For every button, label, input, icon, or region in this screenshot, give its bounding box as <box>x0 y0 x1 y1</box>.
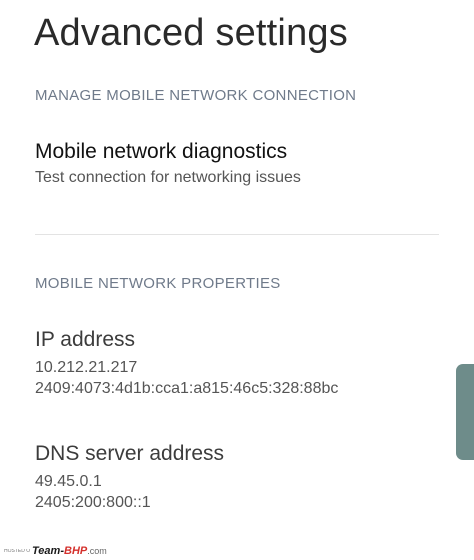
section-divider <box>35 234 439 235</box>
mobile-network-diagnostics-item[interactable]: Mobile network diagnostics Test connecti… <box>35 139 439 188</box>
edge-panel-handle[interactable] <box>456 364 474 460</box>
ipv4-value: 10.212.21.217 <box>35 359 138 376</box>
diagnostics-title: Mobile network diagnostics <box>35 140 288 163</box>
watermark-logo-bhp: BHP <box>64 545 88 557</box>
ip-address-title: IP address <box>35 328 136 351</box>
dns-server-address-item[interactable]: DNS server address 49.45.0.1 2405:200:80… <box>35 441 439 513</box>
diagnostics-subtitle: Test connection for networking issues <box>35 169 301 186</box>
section-header-manage-connection: MANAGE MOBILE NETWORK CONNECTION <box>35 87 357 104</box>
dns-server-title: DNS server address <box>35 442 225 465</box>
page-title: Advanced settings <box>34 12 348 54</box>
watermark: HOSTED ON : Team-BHP.com <box>2 544 109 558</box>
dns-secondary-value: 2405:200:800::1 <box>35 494 151 511</box>
watermark-logo: Team-BHP.com <box>32 545 107 557</box>
ip-address-item[interactable]: IP address 10.212.21.217 2409:4073:4d1b:… <box>35 327 439 399</box>
dns-primary-value: 49.45.0.1 <box>35 473 102 490</box>
watermark-hosted-text: HOSTED ON : <box>4 548 30 554</box>
watermark-logo-domain: .com <box>87 546 107 556</box>
ipv6-value: 2409:4073:4d1b:cca1:a815:46c5:328:88bc <box>35 380 339 397</box>
watermark-logo-team: Team- <box>32 545 64 557</box>
section-header-network-properties: MOBILE NETWORK PROPERTIES <box>35 275 281 292</box>
